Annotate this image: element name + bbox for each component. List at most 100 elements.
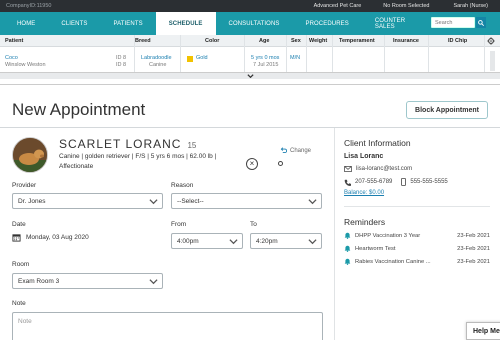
breed: Labradoodle [141, 55, 172, 61]
column-divider [428, 35, 429, 72]
color-name: Gold [196, 55, 208, 61]
owner-id: ID 8 [116, 62, 127, 68]
reminder-date: 23-Feb 2021 [457, 245, 490, 252]
page-title: New Appointment [12, 100, 146, 119]
help-me-button[interactable]: Help Me [466, 322, 500, 340]
reminder-item[interactable]: Heartworm Test 23-Feb 2021 [344, 245, 490, 252]
mobile-icon [401, 178, 407, 186]
room-label: Room [12, 261, 30, 268]
col-header-temperament[interactable]: Temperament [339, 35, 375, 47]
chevron-down-icon [308, 239, 317, 245]
col-header-age[interactable]: Age [259, 35, 269, 47]
nav-patients[interactable]: PATIENTS [100, 12, 155, 35]
reminder-name: DHPP Vaccination 3 Year [355, 232, 421, 239]
color-swatch [187, 55, 193, 62]
patient-header: SCARLET LORANC 15 [59, 137, 196, 151]
to-label: To [250, 221, 257, 228]
chevron-down-icon [308, 199, 317, 205]
note-textarea[interactable]: Note [12, 312, 323, 340]
nav-home[interactable]: HOME [4, 12, 48, 35]
species: Canine [149, 62, 167, 68]
reason-value: --Select-- [177, 197, 204, 205]
client-email-row: lisa-loranc@test.com [344, 166, 412, 172]
col-header-weight[interactable]: Weight [309, 35, 327, 47]
col-header-id-chip[interactable]: ID Chip [448, 35, 467, 47]
col-header-color[interactable]: Color [205, 35, 219, 47]
phone-icon [344, 179, 351, 186]
reminder-date: 23-Feb 2021 [457, 232, 490, 239]
patient-description: Canine | golden retriever | F/S | 5 yrs … [59, 153, 217, 170]
reminder-item[interactable]: Rabies Vaccination Canine ... 23-Feb 202… [344, 258, 490, 265]
client-phone-2: 555-555-5555 [410, 179, 448, 185]
nav-clients[interactable]: CLIENTS [48, 12, 100, 35]
nav-procedures[interactable]: PROCEDURES [293, 12, 362, 35]
user-menu[interactable]: Sarah (Nurse) [453, 3, 488, 9]
block-appointment-button[interactable]: Block Appointment [406, 101, 488, 119]
panel-divider [334, 128, 335, 340]
chevron-down-icon [229, 239, 238, 245]
search-icon [478, 19, 484, 26]
divider [344, 206, 490, 207]
col-header-patient[interactable]: Patient [5, 35, 23, 47]
collapse-grid-toggle[interactable] [0, 72, 500, 79]
from-label: From [171, 221, 187, 228]
client-phone-1: 207-555-6789 [355, 179, 393, 185]
company-name[interactable]: Advanced Pet Care [314, 3, 362, 9]
calendar-icon [12, 234, 21, 242]
client-balance[interactable]: Balance: $0.00 [344, 190, 384, 196]
reminder-date: 23-Feb 2021 [457, 258, 490, 265]
room-selector[interactable]: No Room Selected [383, 3, 429, 9]
company-id: CompanyID:11950 [6, 3, 52, 9]
nav-consultations[interactable]: CONSULTATIONS [216, 12, 293, 35]
reason-select[interactable]: --Select-- [171, 193, 322, 209]
col-header-sex[interactable]: Sex [291, 35, 301, 47]
patient-name-link[interactable]: Coco [5, 55, 18, 62]
patient-grid-header [0, 35, 500, 47]
to-time-select[interactable]: 4:20pm [250, 233, 322, 249]
avatar [12, 137, 48, 173]
color-cell: Gold [187, 55, 208, 62]
patient-grid: Patient Breed Color Age Sex Weight Tempe… [0, 35, 500, 85]
provider-label: Provider [12, 182, 37, 189]
reminders-title: Reminders [344, 217, 386, 227]
change-patient-link[interactable]: Change [280, 147, 311, 154]
search-input[interactable] [431, 17, 475, 28]
client-phone-row: 207-555-6789 555-555-5555 [344, 178, 448, 186]
date-value: Monday, 03 Aug 2020 [26, 234, 89, 241]
column-divider [244, 35, 245, 72]
col-header-breed[interactable]: Breed [135, 35, 151, 47]
radio-icon[interactable] [278, 161, 283, 166]
patient-name: SCARLET LORANC [59, 137, 182, 151]
divider [0, 127, 500, 128]
column-divider [484, 35, 485, 72]
remove-patient-icon[interactable]: × [246, 158, 258, 170]
reminder-item[interactable]: DHPP Vaccination 3 Year 23-Feb 2021 [344, 232, 490, 239]
date-picker[interactable]: Monday, 03 Aug 2020 [12, 233, 89, 242]
mail-icon [344, 166, 352, 172]
from-time-select[interactable]: 4:00pm [171, 233, 243, 249]
bell-icon [344, 232, 351, 239]
search-button[interactable] [476, 17, 486, 28]
age: 5 yrs 0 mos [251, 55, 280, 61]
client-info-title: Client Information [344, 138, 411, 148]
scrollbar[interactable] [490, 51, 495, 71]
column-divider [384, 35, 385, 72]
nav-counter-sales[interactable]: COUNTER SALES [362, 12, 427, 35]
reminder-name: Rabies Vaccination Canine ... [355, 258, 431, 265]
bell-icon [344, 245, 351, 252]
from-value: 4:00pm [177, 237, 199, 245]
provider-select[interactable]: Dr. Jones [12, 193, 163, 209]
nav-schedule[interactable]: SCHEDULE [155, 12, 216, 35]
note-label: Note [12, 300, 26, 307]
column-divider [286, 35, 287, 72]
patient-age: 15 [187, 141, 197, 150]
dob: 7 Jul 2015 [253, 62, 279, 68]
col-header-insurance[interactable]: Insurance [393, 35, 419, 47]
patient-id: ID 8 [116, 55, 127, 61]
room-select[interactable]: Exam Room 3 [12, 273, 163, 289]
chevron-down-icon [149, 279, 158, 285]
date-label: Date [12, 221, 26, 228]
to-value: 4:20pm [256, 237, 278, 245]
client-email[interactable]: lisa-loranc@test.com [356, 166, 412, 172]
gear-icon[interactable] [487, 37, 495, 45]
